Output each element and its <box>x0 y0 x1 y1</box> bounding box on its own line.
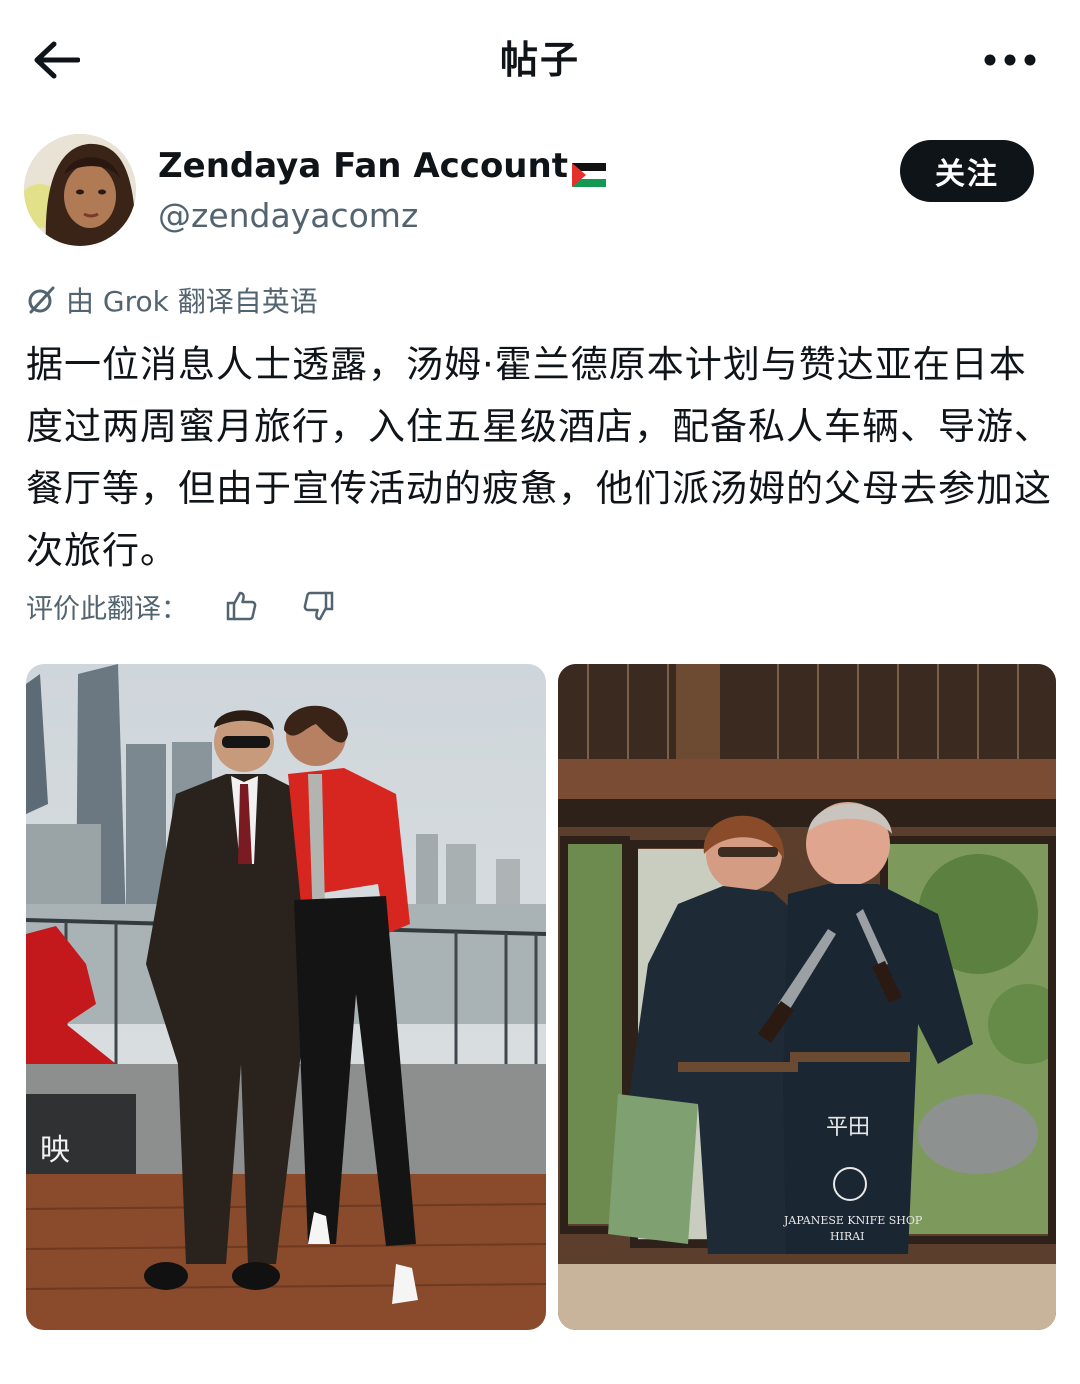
rate-translation-label: 评价此翻译： <box>26 593 188 625</box>
grok-icon <box>28 286 55 314</box>
left-sign-text: 映 <box>40 1133 70 1168</box>
post-image-2[interactable]: 平田 JAPANESE KNIFE SHOP HIRAI <box>558 664 1056 1330</box>
rate-translation-row: 评价此翻译： <box>26 584 340 628</box>
translated-by-grok[interactable]: 由 Grok 翻译自英语 <box>26 280 318 320</box>
display-name-text: Zendaya Fan Account <box>158 146 568 186</box>
avatar[interactable] <box>24 134 136 246</box>
translated-by-label: 由 Grok 翻译自英语 <box>66 285 318 318</box>
post-image-1[interactable]: 映 <box>26 664 546 1330</box>
thumbs-down-icon <box>303 591 334 621</box>
thumbs-down-button[interactable] <box>296 584 340 628</box>
thumbs-up-icon <box>226 591 257 621</box>
palestine-flag-icon <box>571 154 606 187</box>
post-text: 据一位消息人士透露，汤姆·霍兰德原本计划与赞达亚在日本度过两周蜜月旅行，入住五星… <box>26 343 1052 572</box>
top-bar: 帖子 <box>0 0 1080 120</box>
display-name[interactable]: Zendaya Fan Account <box>158 144 606 188</box>
apron-text: JAPANESE KNIFE SHOP <box>783 1214 923 1227</box>
apron-title-text: 平田 <box>826 1115 870 1140</box>
follow-button[interactable]: 关注 <box>900 140 1034 202</box>
author-handle[interactable]: @zendayacomz <box>158 194 418 238</box>
apron-subtext: HIRAI <box>830 1230 865 1243</box>
more-button[interactable] <box>980 40 1040 80</box>
more-horizontal-icon <box>984 54 1036 66</box>
page-title: 帖子 <box>499 38 580 82</box>
author-row: Zendaya Fan Account @zendayacomz 关注 <box>24 134 1056 250</box>
thumbs-up-button[interactable] <box>220 584 264 628</box>
